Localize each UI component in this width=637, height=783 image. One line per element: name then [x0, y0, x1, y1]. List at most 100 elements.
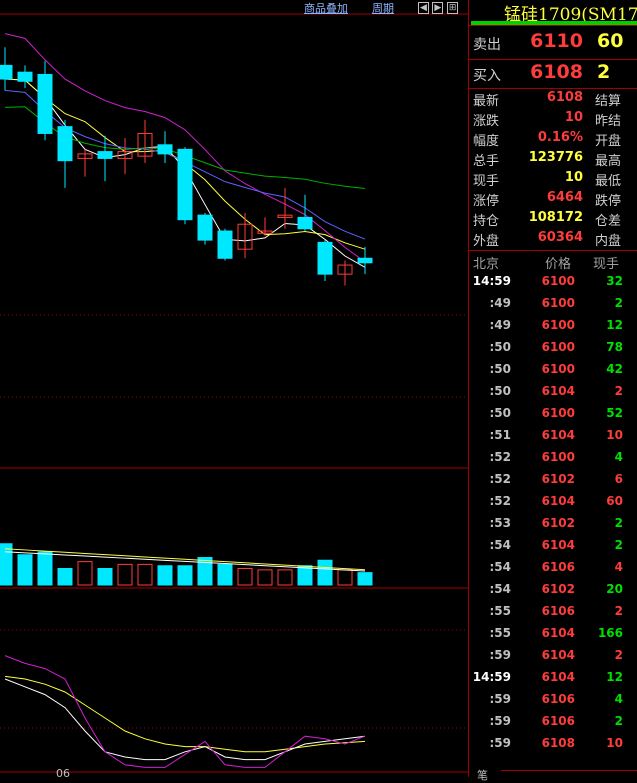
indicator-k-line	[4, 678, 366, 761]
ticks-header-vol: 现手	[593, 257, 620, 272]
tick-volume: 42	[606, 362, 623, 376]
tick-price: 6104	[541, 538, 575, 552]
info-row: 总手 123776 最高	[469, 150, 637, 170]
info-row: 外盘 60364 内盘	[469, 230, 637, 250]
info-label: 涨跌	[473, 114, 500, 129]
tick-row: :54 6106 4	[469, 560, 637, 582]
tick-time: :51	[489, 428, 512, 442]
tick-row: :50 6100 42	[469, 362, 637, 384]
x-axis-label: 06	[56, 767, 70, 780]
tick-price: 6102	[541, 582, 575, 596]
info-label: 涨停	[473, 194, 500, 209]
info-row: 涨停 6464 跌停	[469, 190, 637, 210]
tick-time: 14:59	[472, 274, 511, 288]
tick-volume: 52	[606, 406, 623, 420]
row-divider	[469, 88, 637, 89]
tick-price: 6100	[541, 340, 575, 354]
tick-row: :51 6104 10	[469, 428, 637, 450]
candle-body	[157, 144, 173, 155]
tick-row: :59 6106 4	[469, 692, 637, 714]
tick-row: :52 6104 60	[469, 494, 637, 516]
volume-bar	[217, 563, 233, 586]
nav-arrows[interactable]: ◀ ▶ ⊞	[418, 0, 459, 14]
kline-chart[interactable]	[0, 0, 468, 777]
tick-time: :59	[489, 692, 512, 706]
tick-price: 6100	[541, 296, 575, 310]
tick-row: :55 6106 2	[469, 604, 637, 626]
tick-row: :50 6100 52	[469, 406, 637, 428]
ticks-tab[interactable]: 笔	[477, 767, 488, 783]
tick-time: :53	[489, 516, 512, 530]
tick-row: :49 6100 12	[469, 318, 637, 340]
info-label: 总手	[473, 154, 500, 169]
red-divider	[469, 25, 637, 26]
tick-price: 6104	[541, 384, 575, 398]
tick-row: :59 6104 2	[469, 648, 637, 670]
candle-body	[177, 148, 193, 221]
tick-time: :52	[489, 494, 512, 508]
kline-chart-area[interactable]: 商品叠加 周期 ◀ ▶ ⊞ 06	[0, 0, 468, 780]
info-label: 幅度	[473, 134, 500, 149]
tick-price: 6100	[541, 274, 575, 288]
tick-price: 6104	[541, 626, 575, 640]
sell-label: 卖出	[473, 37, 501, 53]
tick-volume: 4	[614, 692, 623, 706]
info-row: 幅度 0.16% 开盘	[469, 130, 637, 150]
tick-volume: 2	[614, 648, 623, 662]
nav-left-icon[interactable]: ◀	[418, 2, 429, 14]
volume-bar	[337, 569, 353, 586]
volume-bar	[297, 565, 313, 586]
candle-body	[17, 71, 33, 82]
nav-zoom-icon[interactable]: ⊞	[446, 2, 459, 14]
volume-bar	[97, 568, 113, 586]
info-label-right: 内盘	[595, 234, 622, 249]
ticks-header-time: 北京	[473, 257, 500, 272]
period-button[interactable]: 周期	[372, 0, 394, 15]
info-label: 最新	[473, 94, 500, 109]
tick-volume: 166	[597, 626, 623, 640]
tick-time: :54	[489, 538, 512, 552]
info-label-right: 仓差	[595, 214, 622, 229]
candle-body	[357, 257, 373, 264]
info-value: 108172	[528, 210, 583, 225]
info-value: 6464	[546, 190, 583, 205]
tick-row: :59 6106 2	[469, 714, 637, 736]
tick-time: :54	[489, 582, 512, 596]
indicator-j-line	[4, 655, 366, 768]
volume-bar	[0, 543, 13, 586]
buy-volume: 2	[597, 61, 611, 83]
tick-volume: 2	[614, 714, 623, 728]
tick-time: :52	[489, 450, 512, 464]
volume-bar	[157, 565, 173, 586]
tick-price: 6100	[541, 362, 575, 376]
info-value: 0.16%	[537, 130, 583, 145]
tick-time: :50	[489, 340, 512, 354]
tick-time: :49	[489, 296, 512, 310]
tick-volume: 10	[606, 428, 623, 442]
info-value: 10	[564, 110, 583, 125]
buy-label: 买入	[473, 68, 501, 84]
tick-time: :59	[489, 648, 512, 662]
volume-bar	[317, 559, 333, 586]
tick-volume: 60	[606, 494, 623, 508]
candle-body	[97, 151, 113, 159]
nav-right-icon[interactable]: ▶	[432, 2, 444, 14]
tick-row: :52 6100 4	[469, 450, 637, 472]
tick-volume: 4	[614, 560, 623, 574]
volume-bar	[277, 569, 293, 586]
info-value: 60364	[537, 230, 583, 245]
tick-price: 6104	[541, 494, 575, 508]
tick-time: :55	[489, 626, 512, 640]
info-value: 6108	[546, 90, 583, 105]
volume-bar	[197, 557, 213, 586]
overlay-button[interactable]: 商品叠加	[304, 0, 348, 15]
tick-row: :54 6104 2	[469, 538, 637, 560]
candle-body	[0, 64, 13, 80]
candle-body	[217, 230, 233, 259]
tick-volume: 32	[606, 274, 623, 288]
info-label-right: 最高	[595, 154, 622, 169]
tick-row: 14:59 6100 32	[469, 274, 637, 296]
tick-row: :50 6100 78	[469, 340, 637, 362]
tick-volume: 20	[606, 582, 623, 596]
tick-price: 6106	[541, 714, 575, 728]
